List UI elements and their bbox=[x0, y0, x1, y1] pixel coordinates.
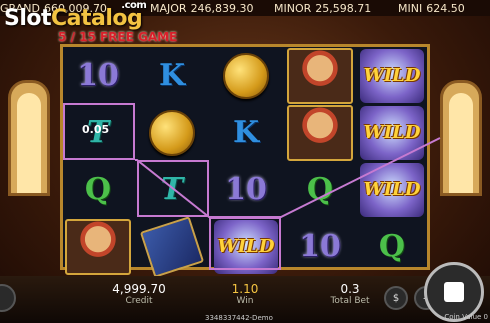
payline bbox=[135, 137, 441, 218]
coins-icon: $ bbox=[392, 292, 400, 304]
stop-icon bbox=[444, 282, 464, 302]
win-display: 1.10 Win bbox=[215, 282, 275, 306]
bet-display: 0.3 Total Bet bbox=[318, 282, 382, 306]
credit-value: 4,999.70 bbox=[112, 282, 166, 296]
coin-value-button[interactable]: $ bbox=[384, 286, 408, 310]
symbol-win-amount: 0.05 bbox=[82, 123, 110, 136]
round-id: 3348337442-Demo bbox=[205, 314, 273, 322]
win-label: Win bbox=[236, 296, 254, 306]
credit-label: Credit bbox=[125, 296, 153, 306]
bet-label: Total Bet bbox=[330, 296, 370, 306]
bet-value: 0.3 bbox=[340, 282, 360, 296]
win-value: 1.10 bbox=[231, 282, 259, 296]
credit-display: 4,999.70 Credit bbox=[104, 282, 174, 306]
coin-value-label: Coin Value 0 bbox=[444, 313, 488, 321]
